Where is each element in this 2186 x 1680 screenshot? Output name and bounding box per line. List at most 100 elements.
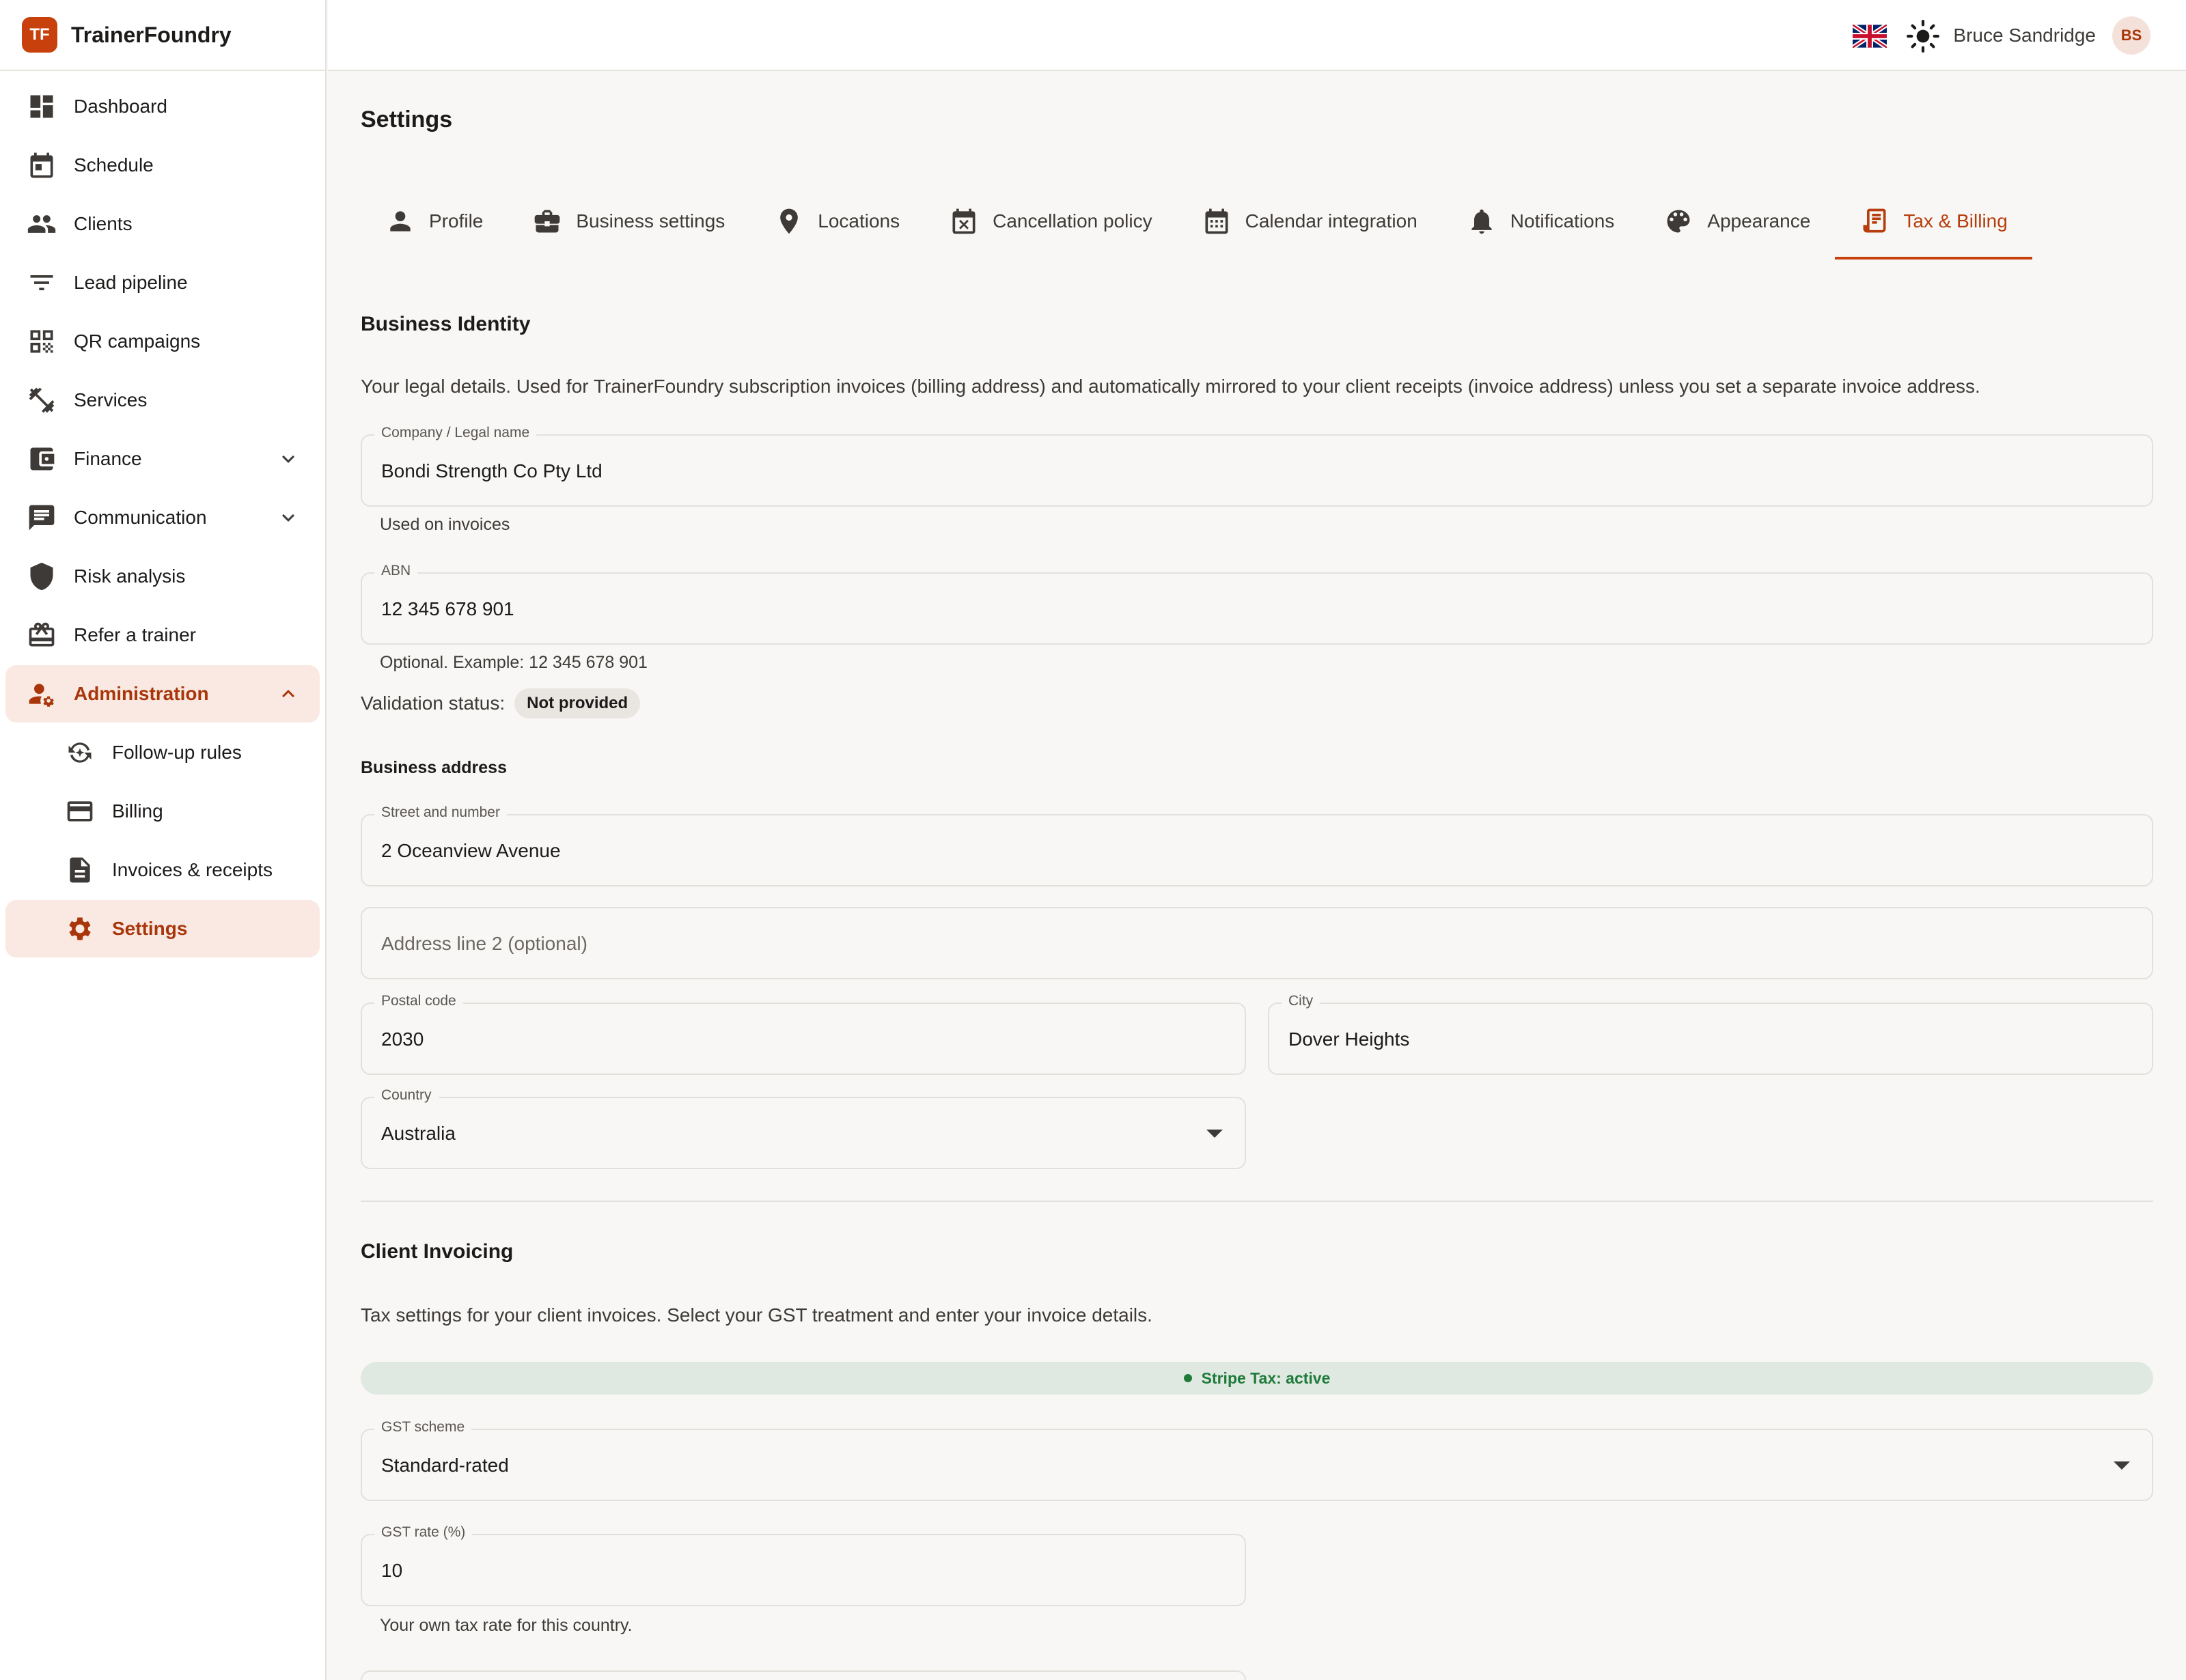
field-label: Company / Legal name — [374, 425, 537, 441]
field-value: Bondi Strength Co Pty Ltd — [381, 460, 603, 481]
city-field[interactable]: City Dover Heights — [1268, 993, 2153, 1075]
field-value: Dover Heights — [1288, 1028, 1410, 1050]
settings-tabs: Profile Business settings Locations Canc… — [361, 186, 2032, 260]
sidebar-item-label: Follow-up rules — [112, 742, 242, 763]
sidebar-item-dashboard[interactable]: Dashboard — [5, 78, 320, 135]
sun-icon[interactable] — [1906, 19, 1940, 53]
address-line-2-field[interactable]: Address line 2 (optional) — [361, 907, 2153, 979]
chevron-down-icon — [276, 505, 301, 530]
sidebar-item-settings[interactable]: Settings — [5, 900, 320, 957]
chevron-down-icon — [276, 447, 301, 471]
sidebar-item-label: Clients — [74, 213, 133, 234]
followup-icon — [64, 737, 96, 768]
brand[interactable]: TF TrainerFoundry — [0, 0, 325, 71]
sidebar-item-administration[interactable]: Administration — [5, 665, 320, 723]
people-icon — [26, 208, 57, 240]
field-label: ABN — [374, 563, 418, 579]
tab-profile[interactable]: Profile — [361, 186, 508, 257]
avatar[interactable]: BS — [2112, 16, 2150, 55]
briefcase-icon — [535, 210, 560, 233]
field-label: GST scheme — [374, 1419, 472, 1436]
gst-scheme-select[interactable]: GST scheme Standard-rated — [361, 1419, 2153, 1501]
field-label: Street and number — [374, 804, 507, 821]
field-value: Standard-rated — [381, 1455, 509, 1476]
field-label: City — [1282, 993, 1320, 1009]
field-label: Country — [374, 1087, 439, 1104]
calendar-grid-icon — [1205, 208, 1228, 234]
sidebar-item-label: Services — [74, 389, 148, 410]
sidebar-item-label: QR campaigns — [74, 331, 201, 352]
chevron-up-icon — [276, 682, 301, 706]
sidebar-item-label: Invoices & receipts — [112, 859, 273, 880]
sidebar-item-risk-analysis[interactable]: Risk analysis — [5, 548, 320, 605]
dumbbell-icon — [26, 384, 57, 416]
tab-calendar-integration[interactable]: Calendar integration — [1177, 186, 1442, 257]
sidebar-item-services[interactable]: Services — [5, 372, 320, 429]
country-select[interactable]: Country Australia — [361, 1087, 1246, 1169]
user-name[interactable]: Bruce Sandridge — [1953, 25, 2096, 46]
tab-cancellation-policy[interactable]: Cancellation policy — [924, 186, 1176, 257]
street-field[interactable]: Street and number 2 Oceanview Avenue — [361, 804, 2153, 886]
section-divider — [361, 1201, 2153, 1202]
next-field-partial[interactable] — [361, 1670, 1246, 1680]
sidebar-item-label: Communication — [74, 507, 207, 528]
sidebar-item-schedule[interactable]: Schedule — [5, 137, 320, 194]
sidebar-item-communication[interactable]: Communication — [5, 489, 320, 546]
page-title: Settings — [361, 107, 453, 132]
postal-code-field[interactable]: Postal code 2030 — [361, 993, 1246, 1075]
abn-field[interactable]: ABN 12 345 678 901 — [361, 563, 2153, 645]
gift-icon — [26, 619, 57, 651]
client-invoicing-title: Client Invoicing — [361, 1240, 514, 1263]
sidebar-item-lead-pipeline[interactable]: Lead pipeline — [5, 254, 320, 311]
tab-tax-billing[interactable]: Tax & Billing — [1835, 186, 2032, 260]
uk-flag-icon[interactable] — [1851, 23, 1888, 50]
bell-icon — [1471, 209, 1492, 234]
client-invoicing-description: Tax settings for your client invoices. S… — [361, 1304, 1152, 1326]
sidebar-item-label: Administration — [74, 683, 209, 704]
business-identity-description: Your legal details. Used for TrainerFoun… — [361, 376, 1980, 397]
status-dot-icon — [1183, 1374, 1192, 1382]
tab-notifications[interactable]: Notifications — [1442, 186, 1640, 257]
receipt-icon — [1863, 208, 1886, 233]
sidebar-item-label: Finance — [74, 448, 142, 469]
gst-rate-field[interactable]: GST rate (%) 10 — [361, 1524, 1246, 1606]
tab-label: Cancellation policy — [993, 210, 1152, 232]
credit-card-icon — [64, 796, 96, 827]
field-value: Australia — [381, 1123, 456, 1144]
sidebar-item-label: Billing — [112, 800, 163, 822]
sidebar-item-billing[interactable]: Billing — [5, 783, 320, 840]
company-helper: Used on invoices — [380, 515, 510, 534]
validation-label: Validation status: — [361, 692, 506, 714]
abn-helper: Optional. Example: 12 345 678 901 — [380, 653, 648, 672]
tab-label: Notifications — [1510, 210, 1615, 232]
sidebar-item-refer-a-trainer[interactable]: Refer a trainer — [5, 606, 320, 664]
chat-icon — [26, 502, 57, 533]
sidebar-item-clients[interactable]: Clients — [5, 195, 320, 253]
wallet-icon — [26, 443, 57, 475]
sidebar-item-invoices-receipts[interactable]: Invoices & receipts — [5, 841, 320, 899]
validation-status: Validation status: Not provided — [361, 688, 641, 718]
tab-locations[interactable]: Locations — [749, 186, 924, 257]
sidebar-item-label: Risk analysis — [74, 565, 186, 587]
company-name-field[interactable]: Company / Legal name Bondi Strength Co P… — [361, 425, 2153, 507]
admin-icon — [26, 678, 57, 710]
tab-appearance[interactable]: Appearance — [1639, 186, 1835, 257]
calendar-x-icon — [952, 208, 976, 234]
sidebar-item-follow-up-rules[interactable]: Follow-up rules — [5, 724, 320, 781]
gear-icon — [64, 913, 96, 944]
stripe-status-text: Stripe Tax: active — [1201, 1369, 1331, 1387]
shield-icon — [26, 561, 57, 592]
field-placeholder: Address line 2 (optional) — [381, 933, 587, 954]
sidebar-item-label: Dashboard — [74, 96, 167, 117]
sidebar-item-qr-campaigns[interactable]: QR campaigns — [5, 313, 320, 370]
top-bar: Bruce Sandridge BS — [328, 0, 2186, 71]
tab-business-settings[interactable]: Business settings — [508, 186, 749, 257]
tab-label: Appearance — [1707, 210, 1811, 232]
dropdown-arrow-icon — [2114, 1461, 2130, 1470]
dropdown-arrow-icon — [1206, 1130, 1223, 1138]
sidebar-item-finance[interactable]: Finance — [5, 430, 320, 488]
palette-icon — [1667, 210, 1690, 233]
person-icon — [390, 211, 411, 232]
calendar-icon — [26, 150, 57, 181]
tab-label: Profile — [429, 210, 484, 232]
